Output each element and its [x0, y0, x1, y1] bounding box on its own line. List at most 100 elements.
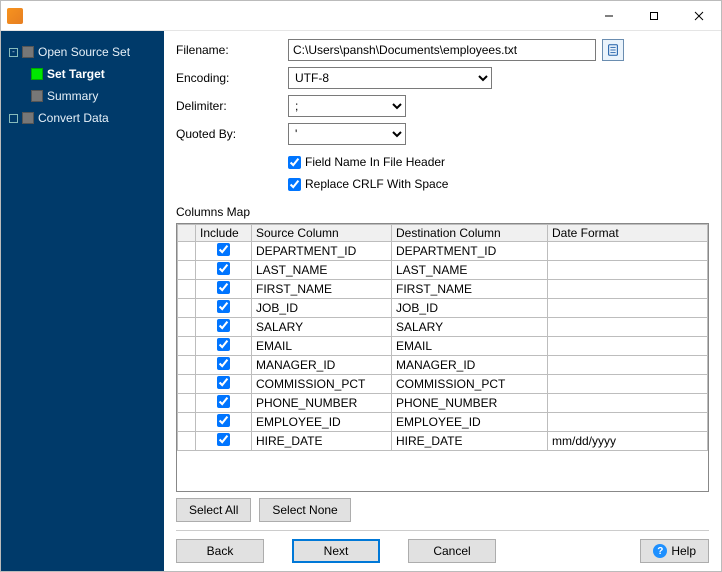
destination-column-cell[interactable]: DEPARTMENT_ID — [392, 242, 548, 261]
source-column-cell[interactable]: MANAGER_ID — [252, 356, 392, 375]
table-row[interactable]: PHONE_NUMBERPHONE_NUMBER — [178, 394, 708, 413]
include-cell[interactable] — [196, 375, 252, 394]
wizard-step-open-source-set[interactable]: -Open Source Set — [9, 41, 164, 63]
include-checkbox[interactable] — [217, 414, 230, 427]
include-checkbox[interactable] — [217, 243, 230, 256]
table-row[interactable]: EMAILEMAIL — [178, 337, 708, 356]
dateformat-cell[interactable] — [548, 318, 708, 337]
include-header[interactable]: Include — [196, 225, 252, 242]
row-handle[interactable] — [178, 413, 196, 432]
include-checkbox[interactable] — [217, 319, 230, 332]
dateformat-cell[interactable] — [548, 356, 708, 375]
source-column-cell[interactable]: PHONE_NUMBER — [252, 394, 392, 413]
include-checkbox[interactable] — [217, 300, 230, 313]
include-cell[interactable] — [196, 318, 252, 337]
include-checkbox[interactable] — [217, 395, 230, 408]
source-column-cell[interactable]: LAST_NAME — [252, 261, 392, 280]
dateformat-cell[interactable]: mm/dd/yyyy — [548, 432, 708, 451]
table-row[interactable]: SALARYSALARY — [178, 318, 708, 337]
source-column-cell[interactable]: COMMISSION_PCT — [252, 375, 392, 394]
dateformat-cell[interactable] — [548, 280, 708, 299]
maximize-button[interactable] — [631, 1, 676, 31]
table-row[interactable]: HIRE_DATEHIRE_DATEmm/dd/yyyy — [178, 432, 708, 451]
include-checkbox[interactable] — [217, 376, 230, 389]
dateformat-cell[interactable] — [548, 299, 708, 318]
row-handle[interactable] — [178, 375, 196, 394]
include-cell[interactable] — [196, 432, 252, 451]
table-row[interactable]: FIRST_NAMEFIRST_NAME — [178, 280, 708, 299]
table-row[interactable]: DEPARTMENT_IDDEPARTMENT_ID — [178, 242, 708, 261]
source-column-cell[interactable]: EMPLOYEE_ID — [252, 413, 392, 432]
close-button[interactable] — [676, 1, 721, 31]
row-handle[interactable] — [178, 280, 196, 299]
table-row[interactable]: LAST_NAMELAST_NAME — [178, 261, 708, 280]
source-column-cell[interactable]: FIRST_NAME — [252, 280, 392, 299]
replace-crlf-label[interactable]: Replace CRLF With Space — [305, 177, 448, 191]
source-column-cell[interactable]: HIRE_DATE — [252, 432, 392, 451]
dateformat-cell[interactable] — [548, 413, 708, 432]
back-button[interactable]: Back — [176, 539, 264, 563]
row-handle[interactable] — [178, 242, 196, 261]
quoted-select[interactable]: ' — [288, 123, 406, 145]
source-column-cell[interactable]: SALARY — [252, 318, 392, 337]
delimiter-select[interactable]: ; — [288, 95, 406, 117]
tree-toggle-icon[interactable] — [9, 114, 18, 123]
include-cell[interactable] — [196, 337, 252, 356]
include-checkbox[interactable] — [217, 338, 230, 351]
help-button[interactable]: ? Help — [640, 539, 709, 563]
row-handle[interactable] — [178, 261, 196, 280]
include-cell[interactable] — [196, 394, 252, 413]
table-row[interactable]: COMMISSION_PCTCOMMISSION_PCT — [178, 375, 708, 394]
destination-column-cell[interactable]: JOB_ID — [392, 299, 548, 318]
columns-map-table[interactable]: Include Source Column Destination Column… — [176, 223, 709, 492]
destination-column-cell[interactable]: MANAGER_ID — [392, 356, 548, 375]
source-column-cell[interactable]: EMAIL — [252, 337, 392, 356]
destination-column-cell[interactable]: FIRST_NAME — [392, 280, 548, 299]
include-cell[interactable] — [196, 356, 252, 375]
table-row[interactable]: JOB_IDJOB_ID — [178, 299, 708, 318]
include-cell[interactable] — [196, 413, 252, 432]
tree-toggle-icon[interactable]: - — [9, 48, 18, 57]
select-all-button[interactable]: Select All — [176, 498, 251, 522]
dateformat-cell[interactable] — [548, 394, 708, 413]
row-handle[interactable] — [178, 337, 196, 356]
browse-button[interactable] — [602, 39, 624, 61]
wizard-step-summary[interactable]: Summary — [9, 85, 164, 107]
wizard-step-set-target[interactable]: Set Target — [9, 63, 164, 85]
filename-input[interactable] — [288, 39, 596, 61]
dateformat-cell[interactable] — [548, 337, 708, 356]
select-none-button[interactable]: Select None — [259, 498, 350, 522]
include-cell[interactable] — [196, 261, 252, 280]
row-handle[interactable] — [178, 299, 196, 318]
fieldname-header-checkbox[interactable] — [288, 156, 301, 169]
dateformat-cell[interactable] — [548, 375, 708, 394]
include-checkbox[interactable] — [217, 357, 230, 370]
table-row[interactable]: MANAGER_IDMANAGER_ID — [178, 356, 708, 375]
destination-column-cell[interactable]: HIRE_DATE — [392, 432, 548, 451]
destination-column-cell[interactable]: EMAIL — [392, 337, 548, 356]
row-handle[interactable] — [178, 318, 196, 337]
include-checkbox[interactable] — [217, 262, 230, 275]
source-column-cell[interactable]: DEPARTMENT_ID — [252, 242, 392, 261]
destination-column-cell[interactable]: LAST_NAME — [392, 261, 548, 280]
row-handle[interactable] — [178, 356, 196, 375]
include-cell[interactable] — [196, 280, 252, 299]
source-column-cell[interactable]: JOB_ID — [252, 299, 392, 318]
row-handle[interactable] — [178, 432, 196, 451]
destination-column-cell[interactable]: SALARY — [392, 318, 548, 337]
dateformat-cell[interactable] — [548, 242, 708, 261]
include-checkbox[interactable] — [217, 433, 230, 446]
table-row[interactable]: EMPLOYEE_IDEMPLOYEE_ID — [178, 413, 708, 432]
destination-column-cell[interactable]: COMMISSION_PCT — [392, 375, 548, 394]
cancel-button[interactable]: Cancel — [408, 539, 496, 563]
replace-crlf-checkbox[interactable] — [288, 178, 301, 191]
dateformat-header[interactable]: Date Format — [548, 225, 708, 242]
destination-column-cell[interactable]: PHONE_NUMBER — [392, 394, 548, 413]
dateformat-cell[interactable] — [548, 261, 708, 280]
include-cell[interactable] — [196, 242, 252, 261]
source-header[interactable]: Source Column — [252, 225, 392, 242]
fieldname-header-label[interactable]: Field Name In File Header — [305, 155, 445, 169]
row-handle[interactable] — [178, 394, 196, 413]
minimize-button[interactable] — [586, 1, 631, 31]
destination-header[interactable]: Destination Column — [392, 225, 548, 242]
